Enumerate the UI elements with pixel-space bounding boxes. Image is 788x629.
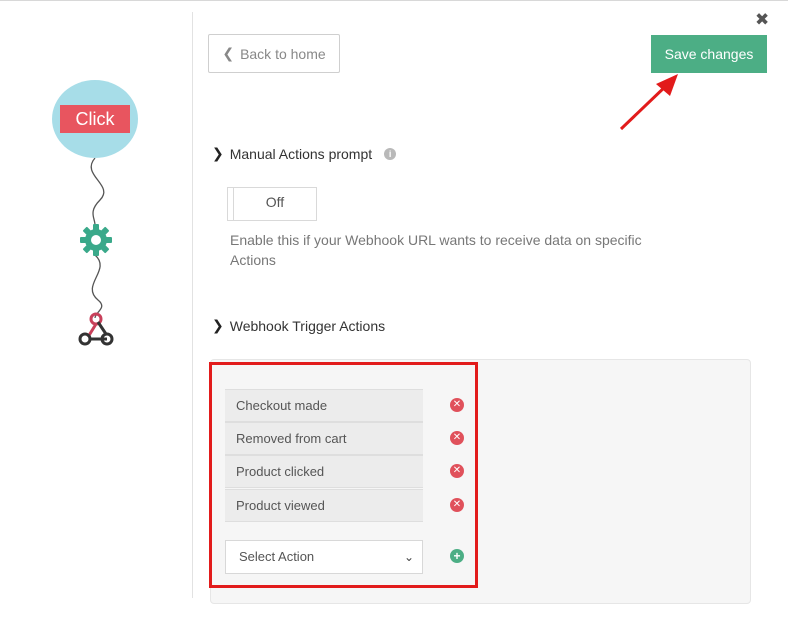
manual-actions-header[interactable]: ❯ Manual Actions prompt i [212,145,397,162]
info-icon[interactable]: i [384,147,397,160]
gear-icon[interactable] [78,222,114,258]
annotation-highlight-box [209,362,478,588]
manual-actions-title: Manual Actions prompt [229,145,373,162]
back-to-home-button[interactable]: ❮ Back to home [208,34,340,73]
sidebar-divider [192,12,193,598]
save-changes-button[interactable]: Save changes [651,35,767,73]
back-to-home-label: Back to home [240,45,326,62]
webhook-icon[interactable] [76,310,116,348]
chevron-right-icon: ❯ [212,317,224,333]
flow-diagram: Click [0,0,192,629]
toggle-value: Off [265,194,285,210]
webhook-trigger-header[interactable]: ❯ Webhook Trigger Actions [212,317,385,334]
chevron-right-icon: ❯ [212,145,224,161]
click-step-label: Click [60,105,130,133]
manual-actions-toggle[interactable]: Off [227,187,317,221]
close-icon[interactable]: ✖ [755,10,769,30]
chevron-left-icon: ❮ [222,45,235,61]
webhook-trigger-title: Webhook Trigger Actions [229,317,386,334]
manual-actions-help-text: Enable this if your Webhook URL wants to… [230,232,642,268]
